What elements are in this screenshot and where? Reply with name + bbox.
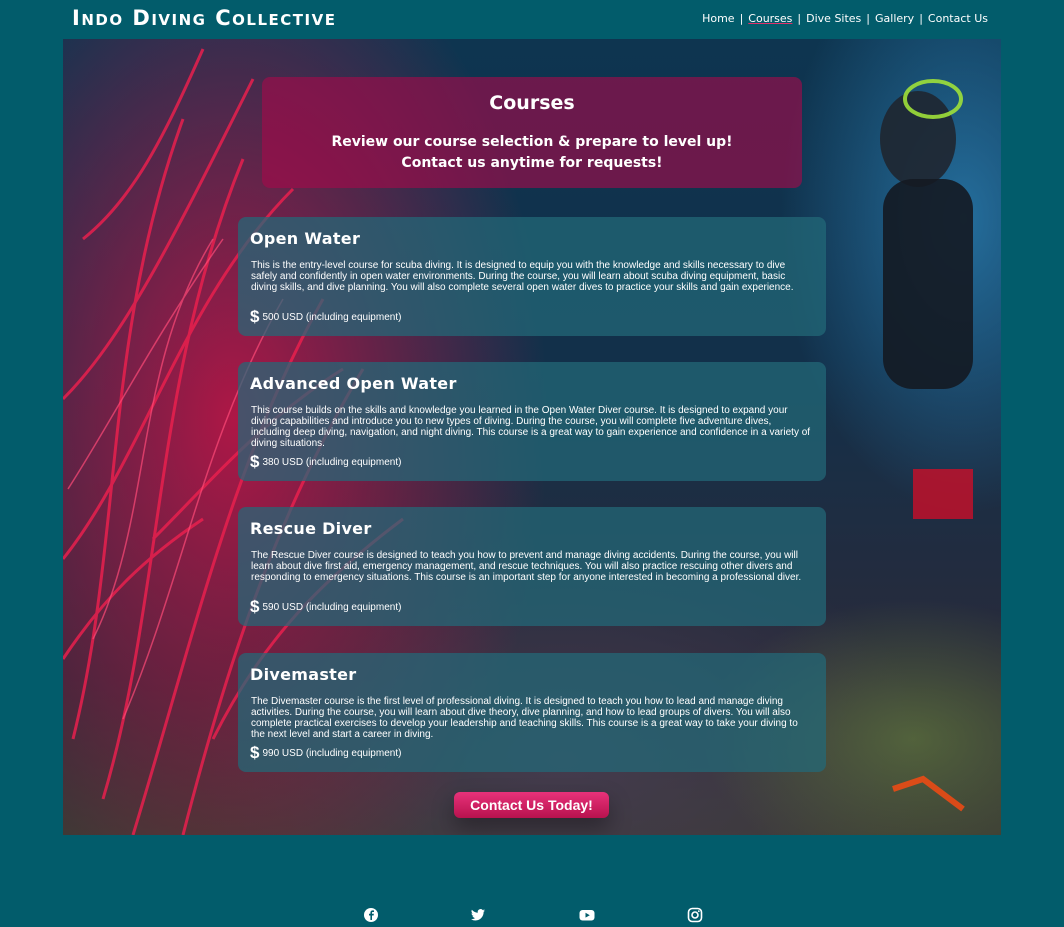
course-description: This is the entry-level course for scuba… — [251, 260, 794, 293]
nav-home[interactable]: Home — [702, 12, 734, 25]
course-price: $500 USD (including equipment) — [250, 307, 402, 326]
course-price: $590 USD (including equipment) — [250, 597, 402, 616]
hero-background-image: Courses Review our course selection & pr… — [63, 39, 1001, 835]
intro-text: Review our course selection & prepare to… — [282, 132, 782, 174]
course-card-advanced-open-water: Advanced Open Water This course builds o… — [238, 362, 826, 481]
course-description: The Rescue Diver course is designed to t… — [251, 550, 802, 583]
courses-intro-panel: Courses Review our course selection & pr… — [262, 77, 802, 188]
dollar-icon: $ — [250, 743, 260, 762]
facebook-icon[interactable] — [363, 907, 379, 923]
brand-logo[interactable]: Indo Diving Collective — [72, 6, 336, 30]
course-price-text: 380 USD (including equipment) — [262, 456, 402, 468]
course-card-rescue-diver: Rescue Diver The Rescue Diver course is … — [238, 507, 826, 626]
nav-dive-sites[interactable]: Dive Sites — [806, 12, 861, 25]
nav-contact-us[interactable]: Contact Us — [928, 12, 988, 25]
dollar-icon: $ — [250, 597, 260, 616]
youtube-icon[interactable] — [579, 907, 595, 923]
dollar-icon: $ — [250, 452, 260, 471]
nav-separator: | — [739, 12, 744, 25]
page-title: Courses — [489, 92, 575, 114]
intro-line-1: Review our course selection & prepare to… — [331, 134, 733, 150]
course-description: The Divemaster course is the first level… — [251, 696, 798, 740]
course-title: Divemaster — [250, 665, 357, 684]
main-nav: Home | Courses | Dive Sites | Gallery | Contact … — [702, 12, 988, 25]
course-description: This course builds on the skills and kno… — [251, 405, 811, 449]
nav-courses[interactable]: Courses — [748, 12, 792, 25]
nav-separator: | — [919, 12, 923, 25]
site-header: Indo Diving Collective Home | Courses | Dive… — [0, 0, 1064, 38]
nav-gallery[interactable]: Gallery — [875, 12, 914, 25]
course-price-text: 990 USD (including equipment) — [262, 747, 402, 759]
course-card-open-water: Open Water This is the entry-level cours… — [238, 217, 826, 336]
course-price-text: 500 USD (including equipment) — [262, 311, 402, 323]
course-price: $380 USD (including equipment) — [250, 452, 402, 471]
course-price-text: 590 USD (including equipment) — [262, 601, 402, 613]
contact-us-today-button[interactable]: Contact Us Today! — [454, 792, 609, 818]
twitter-icon[interactable] — [470, 907, 486, 923]
course-title: Rescue Diver — [250, 519, 372, 538]
dollar-icon: $ — [250, 307, 260, 326]
course-price: $990 USD (including equipment) — [250, 743, 402, 762]
course-card-divemaster: Divemaster The Divemaster course is the … — [238, 653, 826, 772]
instagram-icon[interactable] — [687, 907, 703, 923]
nav-separator: | — [797, 12, 802, 25]
course-title: Open Water — [250, 229, 361, 248]
intro-line-2: Contact us anytime for requests! — [401, 155, 663, 171]
nav-separator: | — [866, 12, 871, 25]
course-title: Advanced Open Water — [250, 374, 457, 393]
